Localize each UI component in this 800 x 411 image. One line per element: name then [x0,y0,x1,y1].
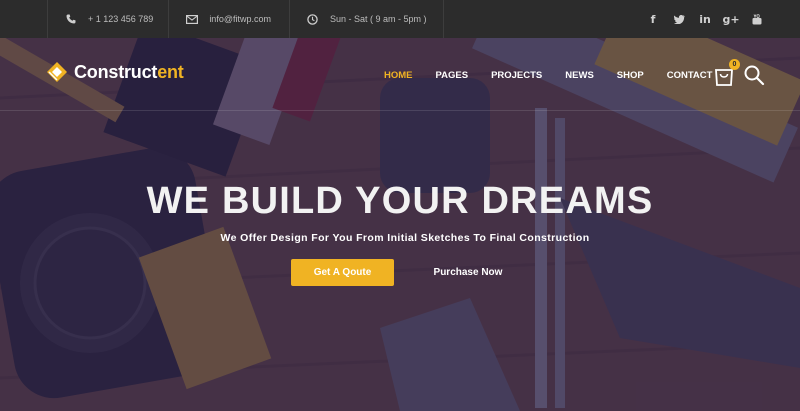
twitter-icon[interactable] [666,14,692,24]
youtube-icon[interactable] [744,13,770,25]
search-icon [744,65,765,86]
nav-item-news[interactable]: NEWS [565,70,594,81]
nav-item-contact[interactable]: CONTACT [667,70,713,81]
cart-count-badge: 0 [729,59,740,70]
cart-button[interactable]: 0 [714,59,740,86]
main-nav: HOME PAGES PROJECTS NEWS SHOP CONTACT [370,64,712,86]
hero-headline: WE BUILD YOUR DREAMS [146,180,654,222]
linkedin-icon[interactable]: in [692,13,718,26]
get-quote-button[interactable]: Get A Qoute [291,259,394,286]
contact-hours: Sun - Sat ( 9 am - 5pm ) [290,0,444,38]
social-links: f in g+ [640,0,770,38]
phone-icon [64,12,78,26]
nav-item-shop[interactable]: SHOP [617,70,644,81]
nav-item-pages[interactable]: PAGES [436,70,469,81]
nav-divider [0,110,800,111]
hero-subheadline: We Offer Design For You From Initial Ske… [220,232,590,244]
hero-section [0,38,800,411]
logo-icon [47,62,67,82]
brand-logo[interactable]: Constructent [46,61,184,83]
search-button[interactable] [743,64,765,86]
contact-phone[interactable]: + 1 123 456 789 [47,0,170,38]
hero-overlay [0,38,800,411]
brand-name: Constructent [74,61,184,82]
contact-email[interactable]: info@fitwp.com [169,0,290,38]
email-text: info@fitwp.com [209,14,271,24]
purchase-now-button[interactable]: Purchase Now [420,259,516,286]
facebook-icon[interactable]: f [640,13,666,26]
clock-icon [306,12,320,26]
top-bar: + 1 123 456 789 info@fitwp.com Sun - Sat… [0,0,800,38]
hours-text: Sun - Sat ( 9 am - 5pm ) [329,14,427,24]
nav-item-projects[interactable]: PROJECTS [491,70,542,81]
phone-text: + 1 123 456 789 [88,14,154,24]
mail-icon [185,12,199,26]
nav-item-home[interactable]: HOME [384,70,413,81]
google-plus-icon[interactable]: g+ [718,13,744,26]
